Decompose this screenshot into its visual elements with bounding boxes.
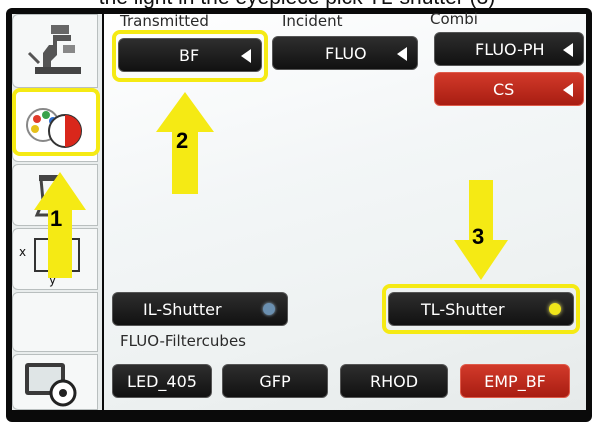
sidebar-tab-empty[interactable] <box>12 292 98 352</box>
group-label-transmitted: Transmitted <box>120 12 209 30</box>
gfp-button[interactable]: GFP <box>222 364 328 398</box>
rhod-label: RHOD <box>369 371 419 391</box>
tl-shutter-label: TL-Shutter <box>421 299 505 319</box>
caret-left-icon <box>563 83 573 97</box>
fluo-ph-button[interactable]: FLUO-PH <box>434 32 584 66</box>
caret-left-icon <box>563 43 573 57</box>
il-shutter-label: IL-Shutter <box>143 299 222 319</box>
group-label-incident: Incident <box>282 12 343 30</box>
tl-shutter-button[interactable]: TL-Shutter <box>388 292 574 326</box>
fluo-ph-button-label: FLUO-PH <box>475 39 545 59</box>
sidebar-tab-microscope[interactable] <box>12 14 98 88</box>
group-label-combi: Combi <box>430 10 478 28</box>
il-shutter-button[interactable]: IL-Shutter <box>112 292 288 326</box>
annotation-number-1: 1 <box>50 206 63 231</box>
group-label-filtercubes: FLUO-Filtercubes <box>120 332 246 350</box>
led-405-label: LED_405 <box>127 371 197 391</box>
fluo-button-label: FLUO <box>325 43 367 63</box>
cs-button[interactable]: CS <box>434 72 584 106</box>
microscope-icon <box>27 25 81 74</box>
caret-left-icon <box>241 49 251 63</box>
emp-bf-label: EMP_BF <box>484 371 546 391</box>
settings-monitor-icon <box>25 363 77 407</box>
led-405-button[interactable]: LED_405 <box>112 364 212 398</box>
rhod-button[interactable]: RHOD <box>340 364 448 398</box>
gfp-label: GFP <box>259 371 291 391</box>
tl-shutter-indicator-icon <box>549 303 561 315</box>
annotation-number-3: 3 <box>472 224 485 249</box>
fluo-button[interactable]: FLUO <box>272 36 418 70</box>
cs-button-label: CS <box>493 79 515 99</box>
il-shutter-indicator-icon <box>263 303 275 315</box>
bf-button-label: BF <box>179 45 200 65</box>
caret-left-icon <box>397 47 407 61</box>
annotation-number-2: 2 <box>176 128 189 153</box>
x-axis-label: x <box>19 245 27 259</box>
sidebar-tab-settings[interactable] <box>12 354 98 410</box>
highlight-contrast-tab <box>12 88 100 156</box>
bf-button[interactable]: BF <box>118 38 262 72</box>
emp-bf-button[interactable]: EMP_BF <box>460 364 570 398</box>
